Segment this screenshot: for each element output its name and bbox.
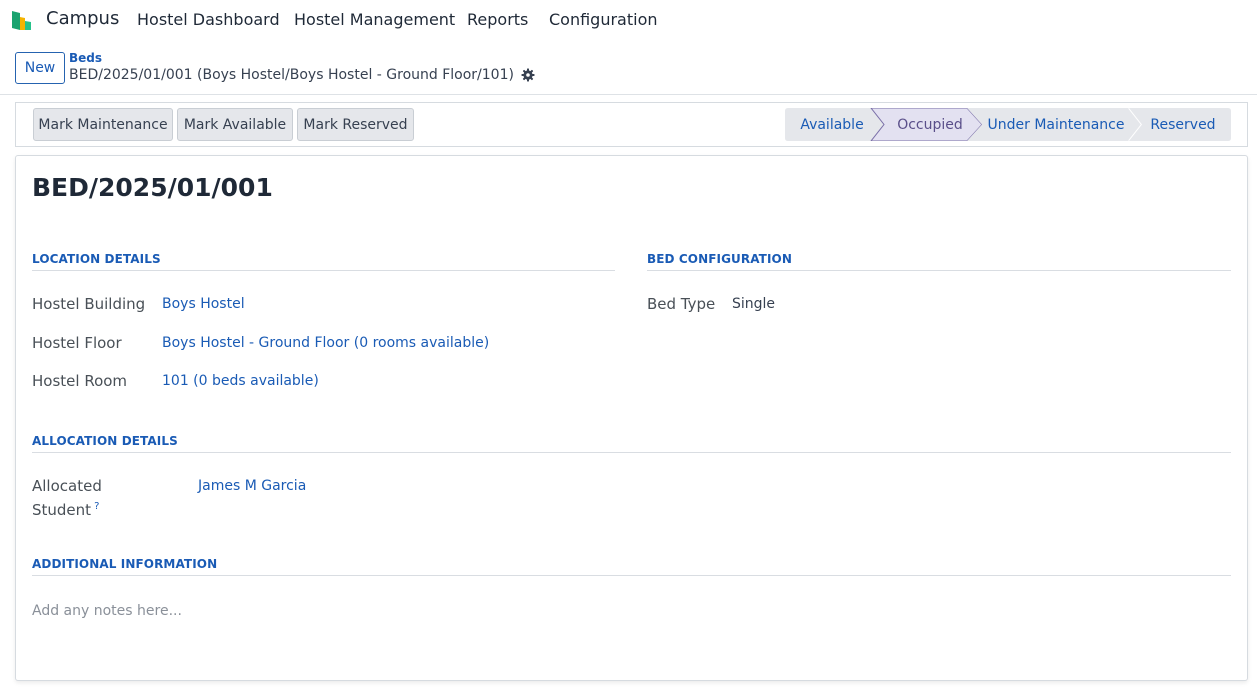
mark-maintenance-button[interactable]: Mark Maintenance <box>33 108 173 141</box>
menu-hostel-dashboard[interactable]: Hostel Dashboard <box>137 10 280 29</box>
stage-under-maintenance[interactable]: Under Maintenance <box>981 108 1131 141</box>
hostel-building-label: Hostel Building <box>32 295 146 313</box>
record-title: BED/2025/01/001 <box>32 173 273 202</box>
gear-icon[interactable] <box>520 67 536 83</box>
menu-reports[interactable]: Reports <box>467 10 528 29</box>
hostel-floor-label: Hostel Floor <box>32 334 122 352</box>
bed-type-label: Bed Type <box>647 295 716 313</box>
allocated-student-link[interactable]: James M Garcia <box>198 478 306 494</box>
breadcrumb-parent-link[interactable]: Beds <box>69 51 102 65</box>
stage-occupied[interactable]: Occupied <box>881 108 979 141</box>
hostel-floor-link[interactable]: Boys Hostel - Ground Floor (0 rooms avai… <box>162 335 489 351</box>
allocated-student-label: Student? <box>32 501 99 519</box>
hostel-room-link[interactable]: 101 (0 beds available) <box>162 373 319 389</box>
section-location-details: LOCATION DETAILS <box>32 252 615 271</box>
breadcrumb-current: BED/2025/01/001 (Boys Hostel/Boys Hostel… <box>69 67 514 83</box>
section-bed-configuration: BED CONFIGURATION <box>647 252 1231 271</box>
bed-type-value[interactable]: Single <box>732 296 775 312</box>
allocated-student-label-line2: Student <box>32 501 92 519</box>
help-tooltip-icon[interactable]: ? <box>94 501 99 512</box>
stage-available[interactable]: Available <box>785 108 879 141</box>
new-button[interactable]: New <box>15 52 65 84</box>
menu-hostel-management[interactable]: Hostel Management <box>294 10 455 29</box>
stage-pipeline: Available Occupied Under Maintenance Res… <box>785 108 1231 141</box>
status-bar: Mark Maintenance Mark Available Mark Res… <box>15 102 1248 147</box>
mark-available-button[interactable]: Mark Available <box>177 108 293 141</box>
section-additional-information: ADDITIONAL INFORMATION <box>32 557 1231 576</box>
mark-reserved-button[interactable]: Mark Reserved <box>297 108 414 141</box>
app-name[interactable]: Campus <box>46 8 119 29</box>
hostel-room-label: Hostel Room <box>32 372 128 390</box>
campus-logo-icon[interactable] <box>11 9 33 31</box>
hostel-building-link[interactable]: Boys Hostel <box>162 296 245 312</box>
control-panel: New Beds BED/2025/01/001 (Boys Hostel/Bo… <box>0 40 1257 95</box>
form-sheet: BED/2025/01/001 LOCATION DETAILS BED CON… <box>15 155 1248 681</box>
menu-configuration[interactable]: Configuration <box>549 10 658 29</box>
top-navbar: Campus Hostel Dashboard Hostel Managemen… <box>0 0 1257 40</box>
allocated-student-label-line1: Allocated <box>32 477 102 495</box>
section-allocation-details: ALLOCATION DETAILS <box>32 434 1231 453</box>
notes-field[interactable]: Add any notes here... <box>32 603 182 619</box>
stage-reserved[interactable]: Reserved <box>1139 108 1227 141</box>
